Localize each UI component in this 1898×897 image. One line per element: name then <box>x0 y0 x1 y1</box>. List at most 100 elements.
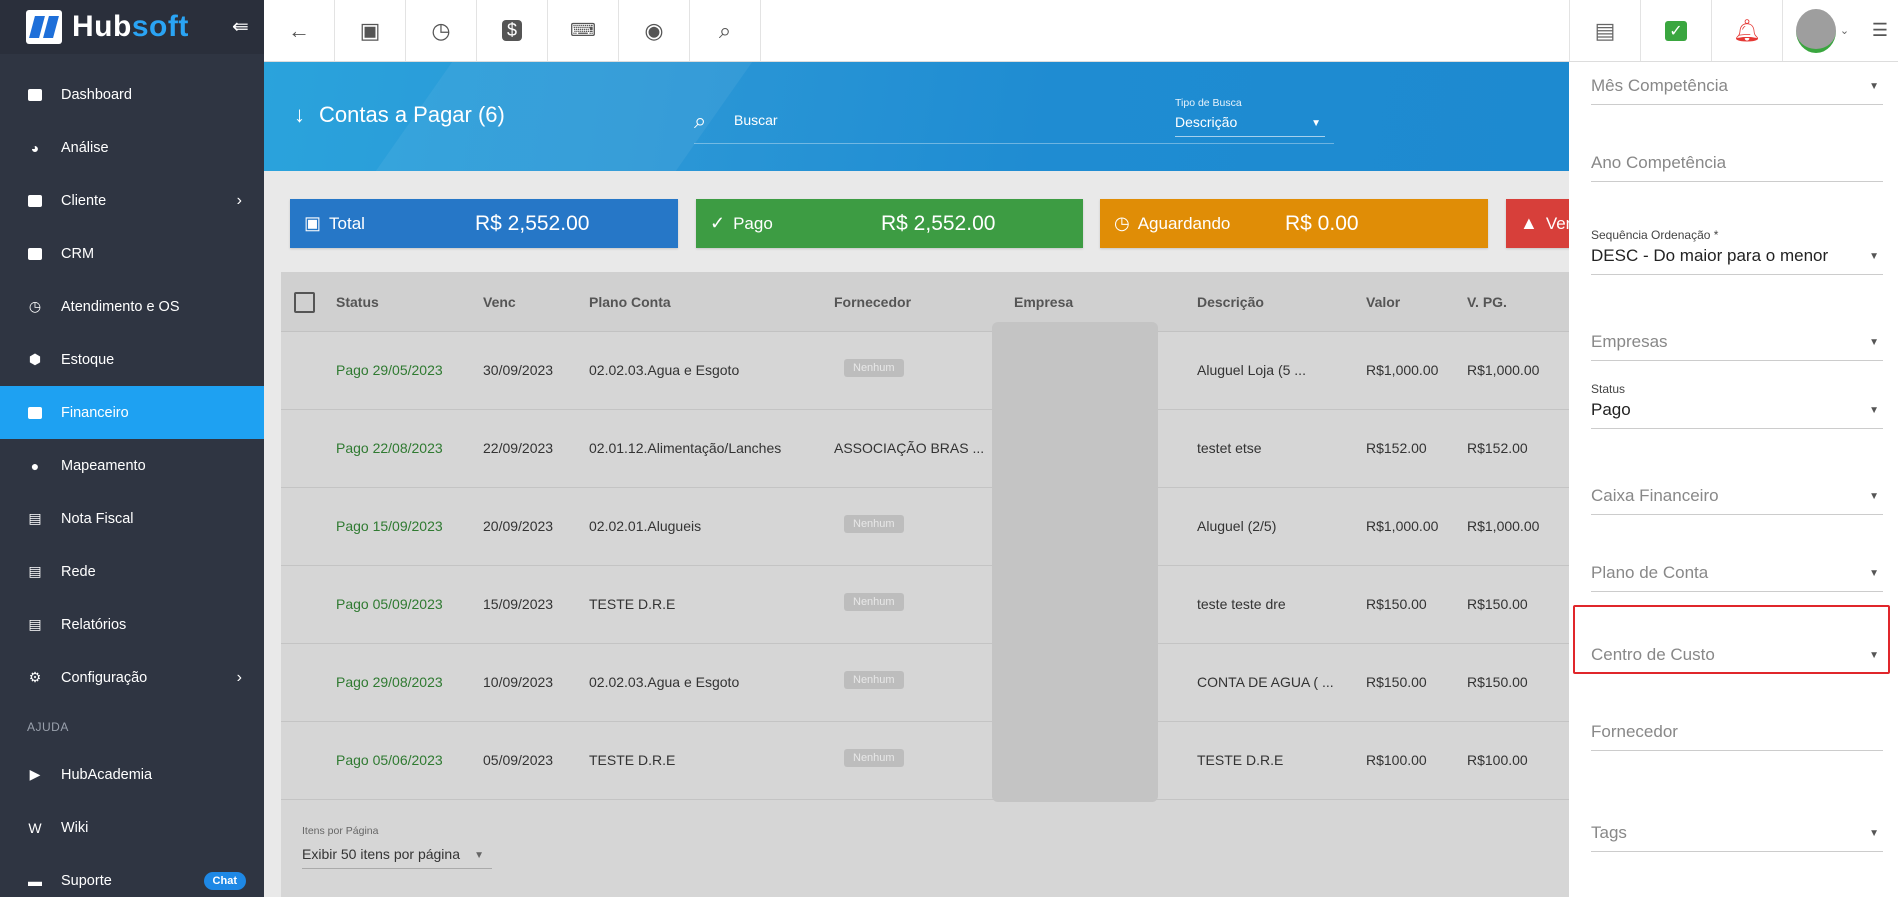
valor-pago-cell: R$150.00 <box>1467 674 1528 690</box>
sidebar-item-label: Estoque <box>61 351 115 368</box>
sidebar-item-rede[interactable]: ▤ Rede <box>0 545 264 598</box>
sidebar-item-label: Wiki <box>61 819 89 836</box>
box-icon: ⬢ <box>28 351 42 367</box>
items-per-page-select[interactable]: Exibir 50 itens por página ▼ <box>302 846 492 869</box>
table-row[interactable]: Pago 05/09/2023 15/09/2023 TESTE D.R.E Nenh… <box>281 566 1569 644</box>
back-button[interactable]: ← <box>264 0 335 61</box>
valor-cell: R$1,000.00 <box>1366 518 1439 534</box>
field-value: Pago <box>1591 400 1631 419</box>
table-row[interactable]: Pago 22/08/2023 22/09/2023 02.01.12.Alimen… <box>281 410 1569 488</box>
mes-competencia-select[interactable]: Mês Competência ▼ <box>1591 72 1883 105</box>
ano-competencia-input[interactable]: Ano Competência <box>1591 149 1883 182</box>
tags-select[interactable]: Tags ▼ <box>1591 819 1883 852</box>
select-all-checkbox[interactable] <box>294 292 315 313</box>
aguardando-card[interactable]: ◷ Aguardando R$ 0.00 <box>1100 199 1488 248</box>
sidebar-item-nota-fiscal[interactable]: ▤ Nota Fiscal <box>0 492 264 545</box>
chat-badge[interactable]: Chat <box>203 871 246 890</box>
pago-card[interactable]: ✓ Pago R$ 2,552.00 <box>696 199 1083 248</box>
empresas-select[interactable]: Empresas ▼ <box>1591 328 1883 361</box>
messages-button[interactable]: ✓ <box>1640 0 1711 61</box>
descricao-cell: testet etse <box>1197 440 1262 456</box>
sidebar-item-financeiro[interactable]: Financeiro <box>0 386 264 439</box>
sidebar-item-hubacademia[interactable]: ▶ HubAcademia <box>0 748 264 801</box>
board-icon <box>27 246 43 262</box>
total-card[interactable]: ▣ Total R$ 2,552.00 <box>290 199 678 248</box>
page-header: ↓ Contas a Pagar (6) ⌕ Tipo de Busca Des… <box>264 62 1569 171</box>
alarm-button[interactable]: 🔔︎ <box>1711 0 1782 61</box>
fornecedor-tag: Nenhum <box>844 515 904 533</box>
sidebar-item-crm[interactable]: CRM <box>0 227 264 280</box>
sidebar-item-estoque[interactable]: ⬢ Estoque <box>0 333 264 386</box>
sidebar-item-suporte[interactable]: ▬ Suporte Chat <box>0 854 264 897</box>
caret-down-icon: ▼ <box>1869 568 1879 579</box>
search-input[interactable] <box>734 112 1134 128</box>
brand[interactable]: Hubsoft ⇚ <box>0 0 264 54</box>
chat-icon: ▬ <box>28 872 42 889</box>
descricao-cell: teste teste dre <box>1197 596 1286 612</box>
sidebar-menu: Dashboard ◕ Análise Cliente › CRM ◷ Atendim… <box>0 68 264 704</box>
search-button[interactable]: ⌕ <box>690 0 761 61</box>
clients-button[interactable]: ▣ <box>335 0 406 61</box>
column-header[interactable]: Venc <box>483 294 516 310</box>
finance-button[interactable]: $ <box>477 0 548 61</box>
view-button[interactable]: ◉ <box>619 0 690 61</box>
table-row[interactable]: Pago 15/09/2023 20/09/2023 02.02.01.Alugue… <box>281 488 1569 566</box>
contact-card-icon <box>27 193 43 209</box>
descricao-cell: Aluguel Loja (5 ... <box>1197 362 1306 378</box>
eye-icon: ◉ <box>644 17 664 43</box>
page-title-text: Contas a Pagar (6) <box>319 102 505 127</box>
sequencia-ordenacao-select[interactable]: Sequência Ordenação * DESC - Do maior pa… <box>1591 228 1883 275</box>
column-header[interactable]: Fornecedor <box>834 294 911 310</box>
column-header[interactable]: Status <box>336 294 379 310</box>
status-cell: Pago 29/08/2023 <box>336 674 443 690</box>
column-header[interactable]: Valor <box>1366 294 1400 310</box>
tipo-busca-select[interactable]: Descrição ▼ <box>1175 114 1325 137</box>
sidebar-item-dashboard[interactable]: Dashboard <box>0 68 264 121</box>
status-cell: Pago 22/08/2023 <box>336 440 443 456</box>
fornecedor-tag: Nenhum <box>844 671 904 689</box>
sidebar: Hubsoft ⇚ Dashboard ◕ Análise Cliente › CR… <box>0 0 264 897</box>
column-header[interactable]: V. PG. <box>1467 294 1507 310</box>
card-amount: R$ 0.00 <box>1285 211 1359 235</box>
status-cell: Pago 29/05/2023 <box>336 362 443 378</box>
descricao-cell: CONTA DE AGUA ( ... <box>1197 674 1334 690</box>
sidebar-item-wiki[interactable]: W Wiki <box>0 801 264 854</box>
chevron-right-icon: › <box>236 191 242 209</box>
terminal-button[interactable]: ⌨ <box>548 0 619 61</box>
sidebar-item-mapeamento[interactable]: ● Mapeamento <box>0 439 264 492</box>
network-icon: ▤ <box>28 563 42 579</box>
table-row[interactable]: Pago 29/08/2023 10/09/2023 02.02.03.Agua e… <box>281 644 1569 722</box>
sidebar-item-configuracao[interactable]: ⚙ Configuração › <box>0 651 264 704</box>
card-amount: R$ 2,552.00 <box>475 211 590 235</box>
plano-conta-select[interactable]: Plano de Conta ▼ <box>1591 559 1883 592</box>
sidebar-item-label: Configuração <box>61 669 148 686</box>
schedule-button[interactable]: ◷ <box>406 0 477 61</box>
valor-pago-cell: R$100.00 <box>1467 752 1528 768</box>
caret-down-icon: ▼ <box>1869 251 1879 262</box>
column-header[interactable]: Empresa <box>1014 294 1073 310</box>
fornecedor-input[interactable]: Fornecedor <box>1591 718 1883 751</box>
list-button[interactable]: ☰ <box>1862 0 1898 61</box>
pdf-button[interactable]: ▤ <box>1569 0 1640 61</box>
sidebar-item-label: Relatórios <box>61 616 127 633</box>
filter-panel: Mês Competência ▼ Ano Competência Sequênc… <box>1569 62 1898 897</box>
user-menu[interactable]: ⌄ <box>1782 0 1862 61</box>
warning-icon: ▲ <box>1520 213 1538 233</box>
chevron-down-icon: ⌄ <box>1839 25 1850 37</box>
caixa-financeiro-select[interactable]: Caixa Financeiro ▼ <box>1591 482 1883 515</box>
column-header[interactable]: Descrição <box>1197 294 1264 310</box>
sidebar-item-analise[interactable]: ◕ Análise <box>0 121 264 174</box>
column-header[interactable]: Plano Conta <box>589 294 671 310</box>
table-row[interactable]: Pago 29/05/2023 30/09/2023 02.02.03.Agua e… <box>281 332 1569 410</box>
table-row[interactable]: Pago 05/06/2023 05/09/2023 TESTE D.R.E Nenh… <box>281 722 1569 800</box>
fornecedor-tag: Nenhum <box>844 359 904 377</box>
sidebar-item-atendimento[interactable]: ◷ Atendimento e OS <box>0 280 264 333</box>
status-select[interactable]: Status Pago ▼ <box>1591 382 1883 429</box>
sidebar-item-relatorios[interactable]: ▤ Relatórios <box>0 598 264 651</box>
valor-pago-cell: R$150.00 <box>1467 596 1528 612</box>
sidebar-item-cliente[interactable]: Cliente › <box>0 174 264 227</box>
valor-pago-cell: R$1,000.00 <box>1467 518 1540 534</box>
caret-down-icon: ▼ <box>474 850 484 861</box>
collapse-menu-icon[interactable]: ⇚ <box>232 14 249 39</box>
sidebar-item-label: Atendimento e OS <box>61 298 180 315</box>
